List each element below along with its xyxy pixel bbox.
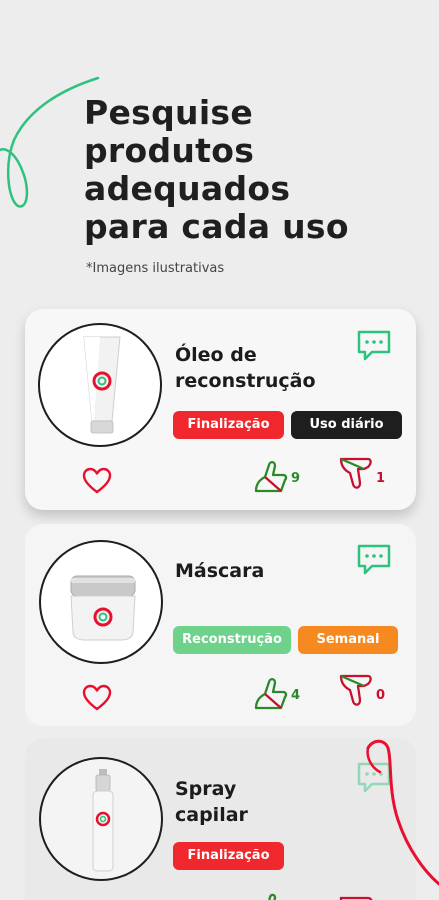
dislike-count: 0 (376, 688, 386, 703)
tag-finalizacao[interactable]: Finalização (173, 842, 284, 870)
product-card[interactable]: Spray capilar Finalização (25, 738, 416, 900)
spray-bottle-icon (92, 769, 114, 872)
like-count: 9 (291, 471, 301, 486)
dislike-button[interactable]: 1 (338, 457, 398, 497)
comment-icon[interactable] (356, 328, 392, 364)
dislike-button[interactable]: 0 (338, 674, 398, 714)
comment-icon[interactable] (356, 760, 392, 796)
page-headline: Pesquise produtos adequados para cada us… (84, 94, 424, 246)
product-name: Spray capilar (175, 776, 345, 828)
like-button[interactable]: 4 (253, 674, 313, 714)
headline-line: para cada uso (84, 207, 349, 246)
product-name-line: reconstrução (175, 370, 316, 392)
thumbs-down-icon (339, 896, 373, 900)
thumbs-down-icon (339, 674, 372, 706)
headline-line: produtos (84, 131, 255, 170)
thumbs-down-icon (339, 457, 372, 489)
product-card[interactable]: Óleo de reconstrução Finalização Uso diá… (25, 309, 416, 510)
product-image (39, 540, 163, 664)
product-image (39, 757, 163, 881)
product-card[interactable]: Máscara Reconstrução Semanal 4 0 (25, 524, 416, 726)
illustrative-images-note: *Imagens ilustrativas (86, 261, 225, 276)
product-name-line: Spray (175, 778, 237, 800)
tag-semanal[interactable]: Semanal (298, 626, 398, 654)
dislike-count: 1 (376, 471, 386, 486)
tag-uso-diario[interactable]: Uso diário (291, 411, 402, 439)
thumbs-up-icon (268, 893, 277, 900)
headline-line: Pesquise (84, 93, 254, 132)
like-count: 4 (291, 688, 301, 703)
tube-icon (83, 336, 121, 434)
product-name: Óleo de reconstrução (175, 342, 345, 394)
product-name-line: Máscara (175, 560, 265, 582)
tag-finalizacao[interactable]: Finalização (173, 411, 284, 439)
product-image (38, 323, 162, 447)
jar-icon (70, 575, 136, 641)
tag-reconstrucao[interactable]: Reconstrução (173, 626, 291, 654)
favorite-heart-icon[interactable] (82, 467, 112, 495)
product-name: Máscara (175, 558, 345, 584)
product-name-line: Óleo de (175, 344, 257, 366)
thumbs-up-icon (254, 460, 288, 493)
comment-icon[interactable] (356, 542, 392, 578)
product-name-line: capilar (175, 804, 248, 826)
headline-line: adequados (84, 169, 291, 208)
favorite-heart-icon[interactable] (82, 684, 112, 712)
thumbs-up-icon (254, 677, 288, 710)
like-button[interactable]: 9 (253, 457, 313, 497)
